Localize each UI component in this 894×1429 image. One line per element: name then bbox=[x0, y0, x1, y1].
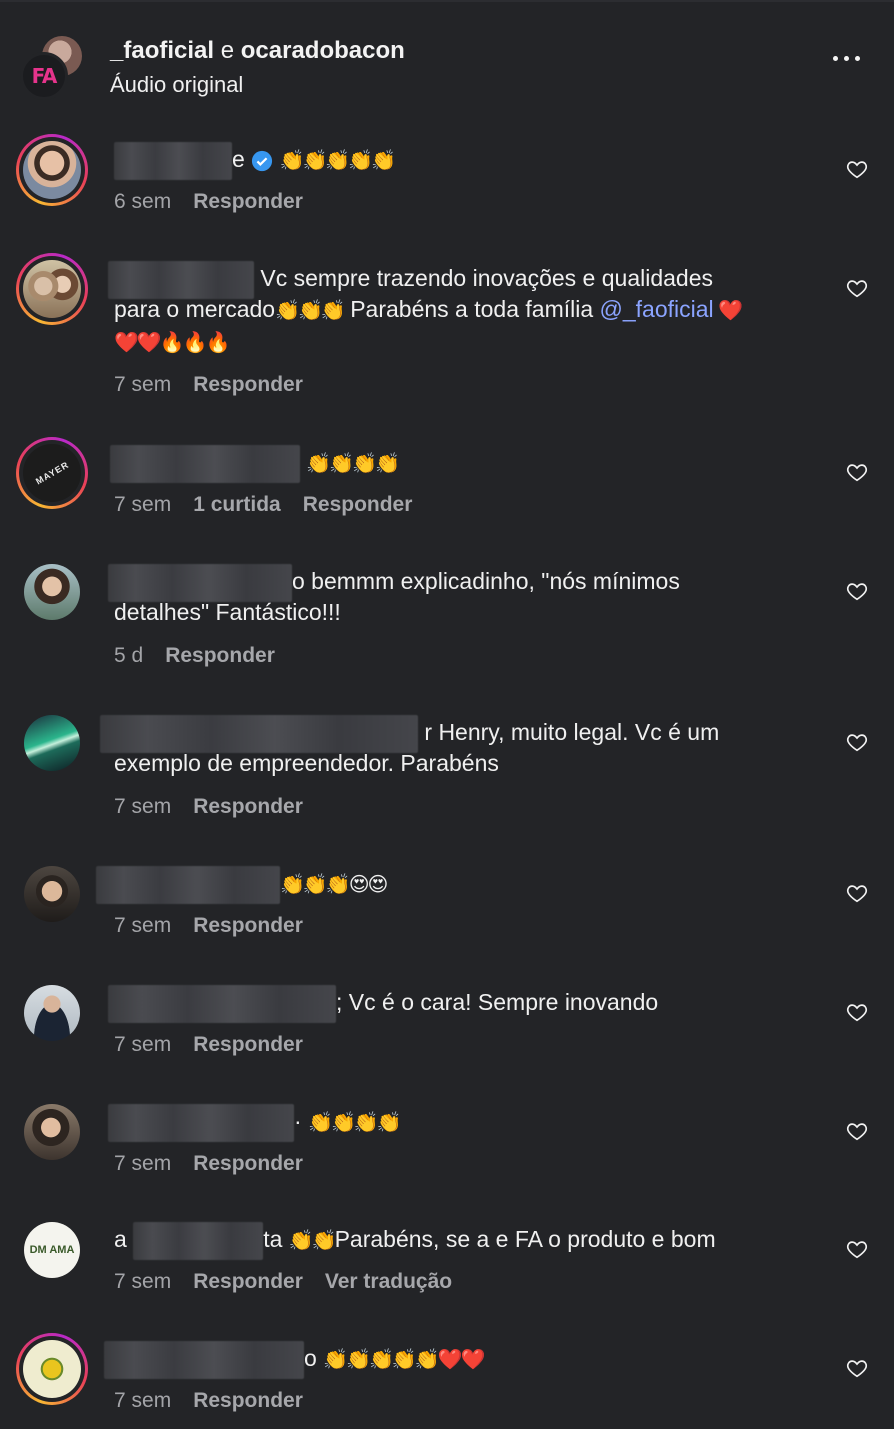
blurred-username[interactable] bbox=[108, 1104, 294, 1142]
reply-button[interactable]: Responder bbox=[193, 190, 303, 213]
comment-meta: 7 sem Responder bbox=[114, 373, 325, 397]
dot-icon bbox=[844, 56, 849, 61]
like-heart-icon[interactable] bbox=[846, 580, 868, 602]
like-heart-icon[interactable] bbox=[846, 1238, 868, 1260]
like-heart-icon[interactable] bbox=[846, 882, 868, 904]
avatar-button[interactable] bbox=[16, 1096, 88, 1168]
blurred-username[interactable] bbox=[96, 866, 280, 904]
dot-icon bbox=[833, 56, 838, 61]
author-link-2[interactable]: ocaradobacon bbox=[241, 37, 405, 64]
like-heart-icon[interactable] bbox=[846, 461, 868, 483]
comment-text-line-3: ❤️❤️🔥🔥🔥 bbox=[114, 330, 231, 354]
verified-badge-icon bbox=[252, 150, 273, 172]
reply-button[interactable]: Responder bbox=[165, 644, 275, 667]
avatar-button[interactable]: DM AMA bbox=[16, 1214, 88, 1286]
authors-conjunction: e bbox=[220, 37, 235, 64]
reply-button[interactable]: Responder bbox=[193, 914, 303, 937]
like-heart-icon[interactable] bbox=[846, 277, 868, 299]
comment-meta: 7 sem 1 curtida Responder bbox=[114, 493, 434, 517]
see-translation-button[interactable]: Ver tradução bbox=[325, 1270, 452, 1293]
comment-text: · 👏👏👏👏 bbox=[108, 1104, 402, 1142]
comment-meta: 5 d Responder bbox=[114, 644, 297, 668]
comment-age: 7 sem bbox=[114, 1389, 172, 1412]
avatar-button[interactable] bbox=[16, 556, 88, 628]
reply-button[interactable]: Responder bbox=[193, 1152, 303, 1175]
avatar-story-ring[interactable] bbox=[16, 1333, 88, 1405]
avatar-button[interactable] bbox=[16, 977, 88, 1049]
reply-button[interactable]: Responder bbox=[193, 1033, 303, 1056]
comment-text: 👏👏👏😍😍 bbox=[96, 866, 388, 904]
comment-age: 7 sem bbox=[114, 1270, 172, 1293]
like-heart-icon[interactable] bbox=[846, 158, 868, 180]
comment-meta: 7 sem Responder bbox=[114, 1033, 325, 1057]
avatar-dm-ama-logo: DM AMA bbox=[24, 1222, 80, 1278]
comment-meta: 6 sem Responder bbox=[114, 190, 325, 214]
avatar-story-ring[interactable]: MAYER bbox=[16, 437, 88, 509]
dm-ama-logo-text: DM AMA bbox=[29, 1244, 75, 1256]
comment-age: 7 sem bbox=[114, 493, 172, 516]
like-heart-icon[interactable] bbox=[846, 1001, 868, 1023]
comment-age: 5 d bbox=[114, 644, 144, 667]
comment-meta: 7 sem Responder bbox=[114, 1152, 325, 1176]
avatar-yellow-logo bbox=[23, 1340, 81, 1398]
audio-label[interactable]: Áudio original bbox=[110, 72, 243, 98]
reply-button[interactable]: Responder bbox=[193, 373, 303, 396]
comment-text: o 👏👏👏👏👏❤️❤️ bbox=[104, 1341, 486, 1379]
avatar-man-beard bbox=[23, 141, 81, 199]
comment-age: 6 sem bbox=[114, 190, 172, 213]
comment-meta: 7 sem Responder bbox=[114, 1389, 325, 1413]
more-options-button[interactable] bbox=[833, 56, 860, 61]
comment-age: 7 sem bbox=[114, 1033, 172, 1056]
blurred-username[interactable] bbox=[114, 142, 232, 180]
avatar-mayer-logo: MAYER bbox=[23, 444, 81, 502]
comment-text-line-2: detalhes" Fantástico!!! bbox=[114, 599, 341, 625]
comment-meta: 7 sem Responder bbox=[114, 914, 325, 938]
avatar-couple bbox=[23, 260, 81, 318]
like-heart-icon[interactable] bbox=[846, 731, 868, 753]
avatar-aurora bbox=[24, 715, 80, 771]
blurred-username[interactable] bbox=[104, 1341, 304, 1379]
like-heart-icon[interactable] bbox=[846, 1120, 868, 1142]
reply-button[interactable]: Responder bbox=[193, 1270, 303, 1293]
comment-meta: 7 sem Responder bbox=[114, 795, 325, 819]
blurred-username[interactable] bbox=[133, 1222, 264, 1260]
comment-text-line-2: exemplo de empreendedor. Parabéns bbox=[114, 750, 499, 776]
reply-button[interactable]: Responder bbox=[303, 493, 413, 516]
avatar-faoficial[interactable]: FA bbox=[20, 52, 68, 100]
reply-button[interactable]: Responder bbox=[193, 795, 303, 818]
avatar-man-glasses bbox=[24, 866, 80, 922]
reel-header: FA _faoficial e ocaradobacon Áudio origi… bbox=[0, 28, 894, 108]
author-link-1[interactable]: _faoficial bbox=[110, 37, 214, 64]
comment-age: 7 sem bbox=[114, 795, 172, 818]
like-heart-icon[interactable] bbox=[846, 1357, 868, 1379]
fa-logo: FA bbox=[31, 64, 58, 88]
blurred-username[interactable] bbox=[110, 445, 300, 483]
comments-panel: FA _faoficial e ocaradobacon Áudio origi… bbox=[0, 0, 894, 1429]
comment-age: 7 sem bbox=[114, 914, 172, 937]
comment-text: ; Vc é o cara! Sempre inovando bbox=[108, 985, 658, 1023]
comment-text: 👏👏👏👏 bbox=[110, 445, 400, 483]
likes-count-button[interactable]: 1 curtida bbox=[193, 493, 281, 516]
avatar-story-ring[interactable] bbox=[16, 134, 88, 206]
comment-meta: 7 sem Responder Ver tradução bbox=[114, 1270, 474, 1294]
dot-icon bbox=[855, 56, 860, 61]
avatar-man-suit bbox=[24, 985, 80, 1041]
comment-text: e 👏👏👏👏👏 bbox=[114, 142, 396, 180]
comment-text: a ta 👏👏Parabéns, se a e FA o produto e b… bbox=[114, 1222, 716, 1260]
comment-age: 7 sem bbox=[114, 1152, 172, 1175]
top-divider bbox=[0, 0, 894, 2]
mention-link[interactable]: @_faoficial bbox=[600, 296, 714, 322]
reply-button[interactable]: Responder bbox=[193, 1389, 303, 1412]
avatar-story-ring[interactable] bbox=[16, 253, 88, 325]
avatar-woman-2 bbox=[24, 1104, 80, 1160]
blurred-username[interactable] bbox=[108, 985, 336, 1023]
comment-age: 7 sem bbox=[114, 373, 172, 396]
reel-authors: _faoficial e ocaradobacon bbox=[110, 37, 405, 65]
comment-text-line-2: para o mercado👏👏👏 Parabéns a toda famíli… bbox=[114, 296, 743, 322]
avatar-woman bbox=[24, 564, 80, 620]
mayer-logo-text: MAYER bbox=[33, 459, 71, 487]
avatar-button[interactable] bbox=[16, 858, 88, 930]
avatar-button[interactable] bbox=[16, 707, 88, 779]
